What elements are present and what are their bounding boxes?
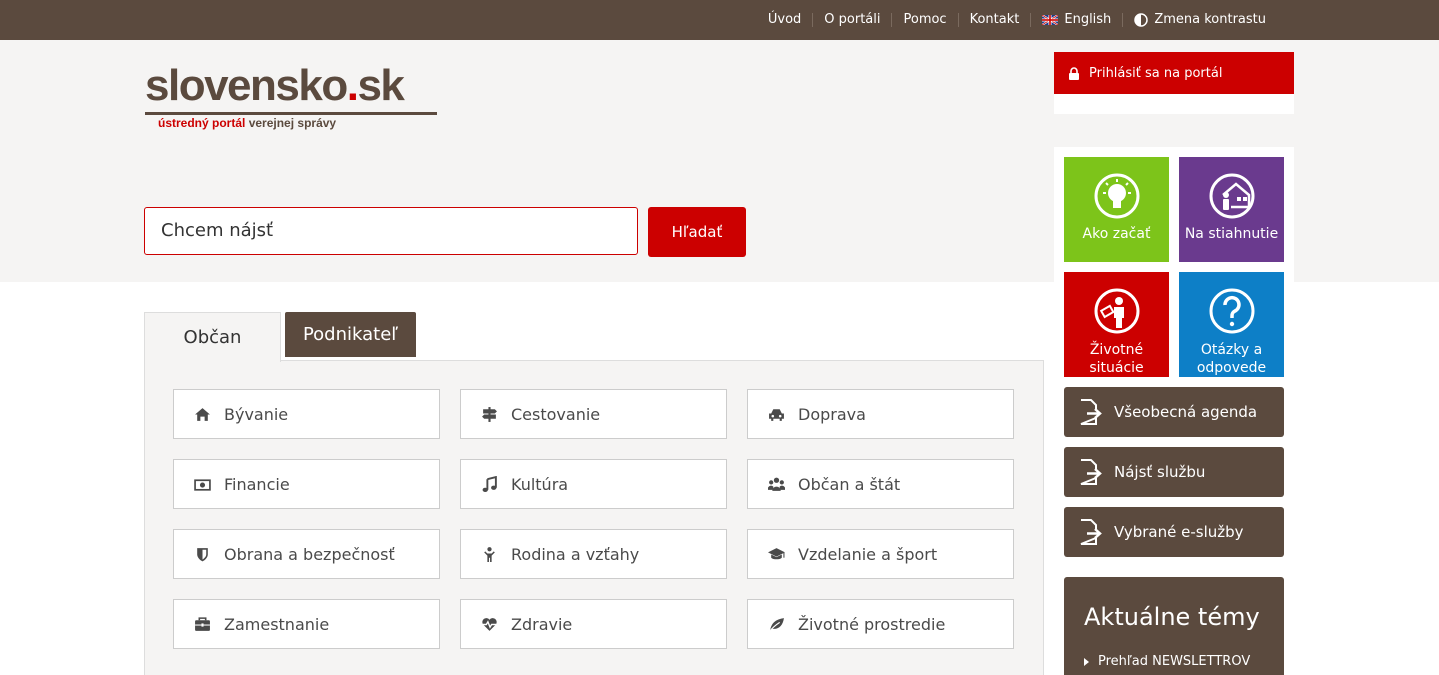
category-label: Bývanie [224, 404, 289, 424]
category-label: Obrana a bezpečnosť [224, 544, 395, 564]
category-byvanie[interactable]: Bývanie [173, 389, 440, 439]
category-zamestnanie[interactable]: Zamestnanie [173, 599, 440, 649]
login-box: Prihlásiť sa na portál [1054, 52, 1294, 114]
category-label: Financie [224, 474, 290, 494]
tile-zivotne-situacie[interactable]: Životné situácie [1064, 272, 1169, 377]
money-icon [194, 478, 211, 491]
house-person-icon [1209, 173, 1255, 219]
category-label: Cestovanie [511, 404, 601, 424]
category-cestovanie[interactable]: Cestovanie [460, 389, 727, 439]
category-label: Rodina a vzťahy [511, 544, 640, 564]
newsletter-link[interactable]: Prehľad NEWSLETTROV [1084, 654, 1250, 669]
music-icon [482, 475, 497, 492]
category-kultura[interactable]: Kultúra [460, 459, 727, 509]
tile-na-stiahnutie-label: Na stiahnutie [1184, 226, 1279, 242]
category-label: Zamestnanie [224, 614, 330, 634]
search-input[interactable]: Chcem nájsť [144, 207, 638, 255]
tile-zivotne-label-1: Životné [1089, 342, 1144, 358]
tile-otazky-label-1: Otázky a [1200, 342, 1263, 358]
nav-english-label: English [1064, 12, 1112, 27]
users-icon [768, 477, 785, 491]
category-obrana-a-bezpecnost[interactable]: Obrana a bezpečnosť [173, 529, 440, 579]
category-label: Kultúra [511, 474, 569, 494]
nav-uvod[interactable]: Úvod [757, 13, 812, 27]
category-obcan-a-stat[interactable]: Občan a štát [747, 459, 1014, 509]
najst-sluzbu-button[interactable]: Nájsť službu [1064, 447, 1284, 497]
search-button[interactable]: Hľadať [648, 207, 746, 257]
top-bar: Úvod O portáli Pomoc Kontakt English Zme… [0, 0, 1439, 40]
category-doprava[interactable]: Doprava [747, 389, 1014, 439]
category-vzdelanie-a-sport[interactable]: Vzdelanie a šport [747, 529, 1014, 579]
vybrane-esluzby-label: Vybrané e-služby [1114, 523, 1244, 541]
category-label: Občan a štát [798, 474, 901, 494]
vseobecna-agenda-button[interactable]: Všeobecná agenda [1064, 387, 1284, 437]
newsletter-link-label: Prehľad NEWSLETTROV [1098, 654, 1251, 669]
nav-english[interactable]: English [1030, 13, 1122, 27]
tile-na-stiahnutie[interactable]: Na stiahnutie [1179, 157, 1284, 262]
category-zdravie[interactable]: Zdravie [460, 599, 727, 649]
tile-zivotne-label-2: situácie [1089, 360, 1144, 376]
tile-ako-zacat[interactable]: Ako začať [1064, 157, 1169, 262]
vybrane-esluzby-button[interactable]: Vybrané e-služby [1064, 507, 1284, 557]
document-arrow-icon [1080, 519, 1102, 545]
tile-otazky-a-odpovede[interactable]: Otázky a odpovede [1179, 272, 1284, 377]
signpost-icon [482, 406, 497, 422]
logo-wordmark: slovensko.sk [145, 61, 405, 110]
tab-obcan[interactable]: Občan [144, 312, 281, 362]
contrast-icon [1134, 13, 1149, 27]
nav-o-portali[interactable]: O portáli [812, 13, 891, 27]
nav-pomoc[interactable]: Pomoc [891, 13, 957, 27]
aktualne-temy-box: Aktuálne témy Prehľad NEWSLETTROV [1064, 577, 1284, 675]
nav-contrast-label: Zmena kontrastu [1154, 12, 1266, 27]
login-label: Prihlásiť sa na portál [1089, 65, 1223, 81]
category-financie[interactable]: Financie [173, 459, 440, 509]
triangle-right-icon [1084, 657, 1089, 666]
category-label: Zdravie [511, 614, 573, 634]
vseobecna-agenda-label: Všeobecná agenda [1114, 403, 1258, 421]
shield-icon [197, 547, 208, 561]
question-icon [1209, 288, 1255, 334]
home-icon [195, 407, 210, 421]
lock-icon [1069, 66, 1079, 80]
logo-underline [145, 112, 437, 115]
tile-otazky-label-2: odpovede [1196, 360, 1267, 376]
aktualne-temy-title: Aktuálne témy [1084, 603, 1260, 631]
lightbulb-icon [1094, 173, 1140, 219]
top-nav: Úvod O portáli Pomoc Kontakt English Zme… [757, 0, 1277, 40]
site-logo[interactable]: slovensko.sk ústredný portál verejnej sp… [145, 62, 437, 132]
person-sign-icon [1094, 288, 1140, 334]
car-icon [769, 408, 784, 421]
najst-sluzbu-label: Nájsť službu [1114, 463, 1206, 481]
uk-flag-icon [1042, 15, 1059, 25]
document-arrow-icon [1080, 399, 1102, 425]
login-button[interactable]: Prihlásiť sa na portál [1054, 52, 1294, 94]
logo-tagline: ústredný portál verejnej správy [158, 116, 337, 130]
category-zivotne-prostredie[interactable]: Životné prostredie [747, 599, 1014, 649]
leaf-icon [769, 617, 784, 631]
tab-podnikatel[interactable]: Podnikateľ [285, 312, 416, 357]
briefcase-icon [195, 616, 210, 631]
tile-ako-zacat-label: Ako začať [1082, 226, 1151, 242]
category-label: Životné prostredie [798, 614, 946, 634]
category-label: Vzdelanie a šport [798, 544, 938, 564]
graduation-cap-icon [768, 547, 785, 559]
heartbeat-icon [482, 617, 497, 631]
child-icon [484, 546, 495, 562]
nav-kontakt[interactable]: Kontakt [957, 13, 1031, 27]
category-label: Doprava [798, 404, 866, 424]
document-arrow-icon [1080, 459, 1102, 485]
category-rodina-a-vztahy[interactable]: Rodina a vzťahy [460, 529, 727, 579]
nav-contrast[interactable]: Zmena kontrastu [1122, 13, 1277, 27]
